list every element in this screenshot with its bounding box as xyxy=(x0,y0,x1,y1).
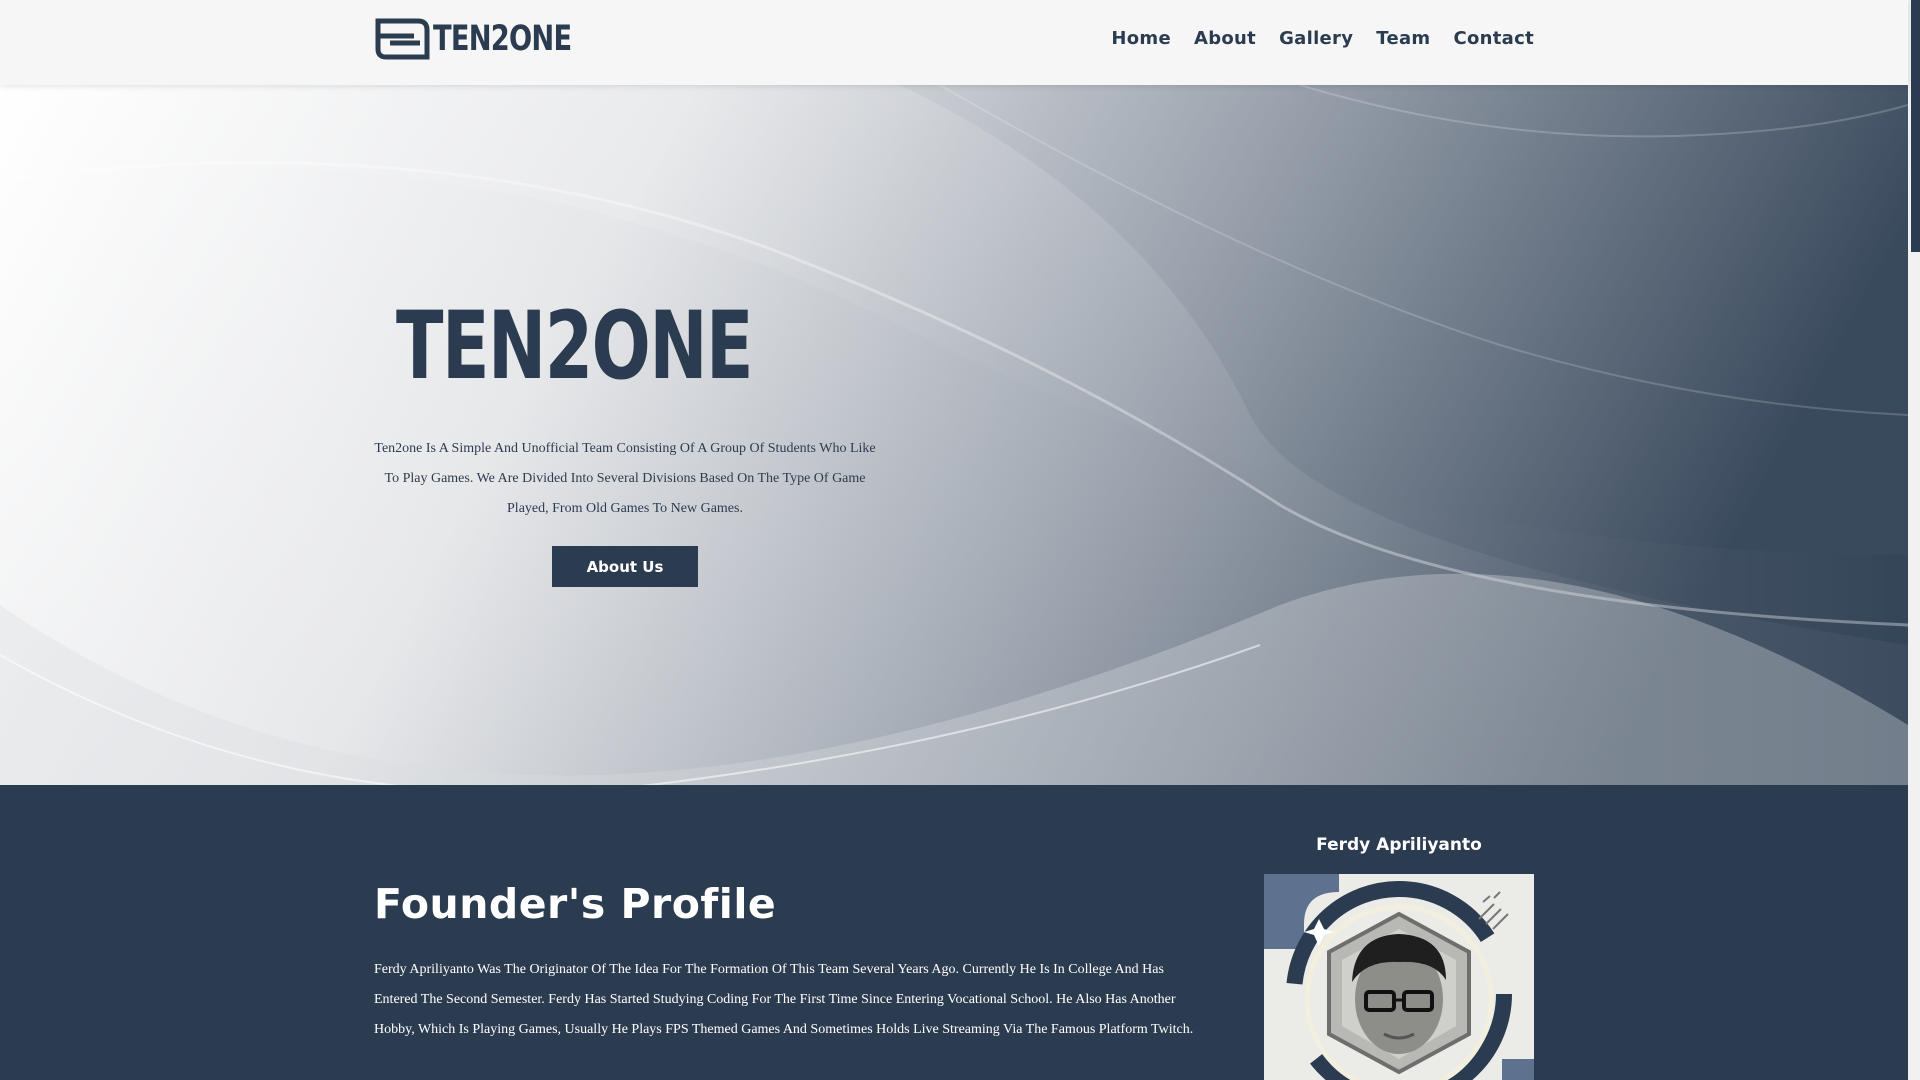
about-us-button[interactable]: About Us xyxy=(552,546,698,587)
page-scrollbar[interactable] xyxy=(1908,0,1920,1080)
founder-name: Ferdy Apriliyanto xyxy=(1316,835,1482,855)
nav-team[interactable]: Team xyxy=(1376,28,1430,49)
nav-about[interactable]: About xyxy=(1194,28,1256,49)
hero-description: Ten2one Is A Simple And Unofficial Team … xyxy=(374,441,876,516)
founder-bio: Ferdy Apriliyanto Was The Originator Of … xyxy=(374,962,1194,1037)
scrollbar-thumb[interactable] xyxy=(1911,0,1920,252)
site-header: TEN2ONE Home About Gallery Team Contact xyxy=(0,0,1908,85)
founder-portrait xyxy=(1264,874,1534,1080)
founder-photo xyxy=(1264,874,1534,1080)
hero-background xyxy=(0,85,1908,785)
hero-brand-name: TEN2ONE xyxy=(396,292,754,401)
brand-name: TEN2ONE xyxy=(433,19,572,59)
logo-mark-icon xyxy=(375,18,430,60)
hero-section: TEN2ONE Ten2one Is A Simple And Unoffici… xyxy=(0,85,1908,785)
nav-gallery[interactable]: Gallery xyxy=(1279,28,1353,49)
nav-contact[interactable]: Contact xyxy=(1453,28,1534,49)
brand-logo[interactable]: TEN2ONE xyxy=(374,18,610,60)
hero-logo: TEN2ONE xyxy=(386,293,866,401)
nav-home[interactable]: Home xyxy=(1111,28,1171,49)
founder-title: Founder's Profile xyxy=(374,880,777,928)
founder-section: Founder's Profile Ferdy Apriliyanto Was … xyxy=(0,785,1908,1080)
main-nav: Home About Gallery Team Contact xyxy=(1088,28,1534,49)
